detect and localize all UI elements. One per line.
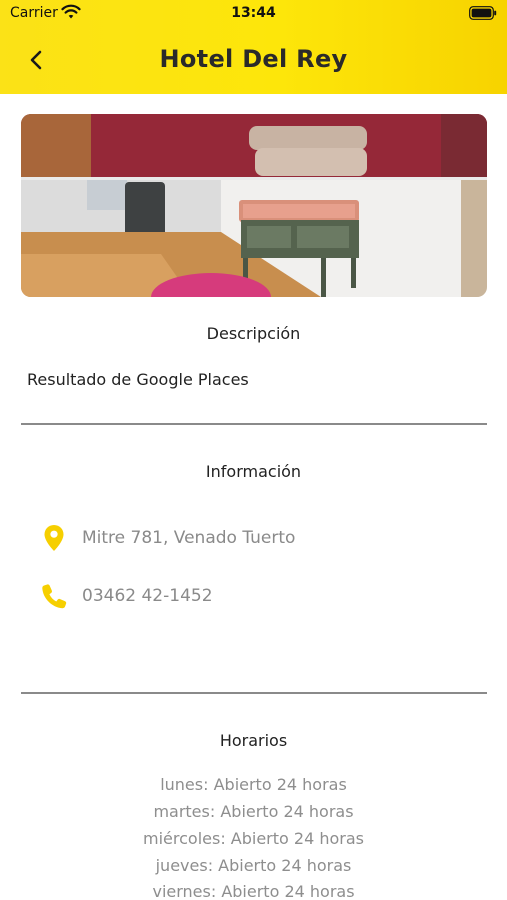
- divider: [21, 423, 487, 425]
- phone-text: 03462 42-1452: [82, 586, 213, 606]
- divider: [21, 692, 487, 694]
- information-heading: Información: [205, 462, 302, 481]
- description-heading: Descripción: [206, 324, 301, 343]
- hours-line-friday: viernes: Abierto 24 horas: [152, 882, 355, 900]
- hours-line-monday: lunes: Abierto 24 horas: [160, 775, 347, 794]
- phone-icon: [38, 580, 70, 612]
- address-row[interactable]: Mitre 781, Venado Tuerto: [38, 522, 295, 554]
- hours-line-thursday: jueves: Abierto 24 horas: [155, 856, 352, 875]
- address-text: Mitre 781, Venado Tuerto: [82, 528, 296, 548]
- hours-heading: Horarios: [219, 731, 288, 750]
- hotel-room-image: [21, 114, 487, 297]
- page-title: Hotel Del Rey: [159, 45, 348, 73]
- hotel-photo[interactable]: [21, 114, 487, 297]
- description-text: Resultado de Google Places: [27, 370, 249, 389]
- hours-line-wednesday: miércoles: Abierto 24 horas: [143, 829, 364, 848]
- battery-icon: [469, 6, 497, 20]
- phone-row[interactable]: 03462 42-1452: [38, 580, 213, 612]
- header-bar: Carrier 13:44 Hotel Del Rey: [0, 0, 507, 94]
- location-pin-icon: [38, 522, 70, 554]
- status-time: 13:44: [231, 5, 276, 21]
- status-bar: Carrier 13:44: [0, 0, 507, 30]
- hours-line-tuesday: martes: Abierto 24 horas: [153, 802, 354, 821]
